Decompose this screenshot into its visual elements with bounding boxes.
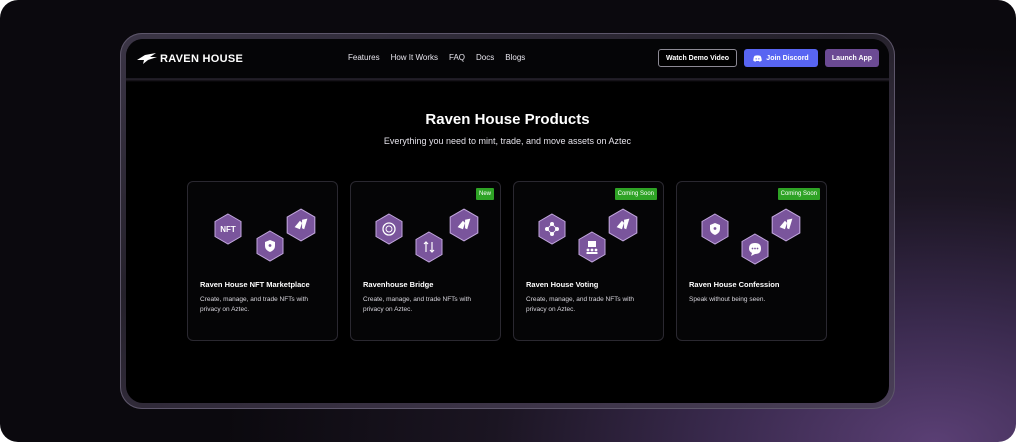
product-card-bridge[interactable]: New Ravenhouse Bridge Create, manage, an… xyxy=(350,181,501,341)
nav-links: Features How It Works FAQ Docs Blogs xyxy=(348,53,525,62)
product-title: Ravenhouse Bridge xyxy=(363,280,434,289)
app-screen: RAVEN HOUSE Features How It Works FAQ Do… xyxy=(126,39,889,403)
status-badge: New xyxy=(475,188,494,200)
top-navbar: RAVEN HOUSE Features How It Works FAQ Do… xyxy=(126,39,889,79)
watch-demo-button[interactable]: Watch Demo Video xyxy=(658,49,737,67)
raven-icon xyxy=(608,208,638,242)
discord-icon xyxy=(753,54,762,62)
product-description: Create, manage, and trade NFTs with priv… xyxy=(200,296,309,313)
network-icon xyxy=(538,213,566,245)
nav-divider xyxy=(126,79,889,82)
raven-icon xyxy=(286,208,316,242)
launch-app-label: Launch App xyxy=(831,54,873,62)
product-title: Raven House Confession xyxy=(689,280,780,289)
brand-name: RAVEN HOUSE xyxy=(160,53,244,65)
watch-demo-label: Watch Demo Video xyxy=(665,54,729,62)
nav-link-faq[interactable]: FAQ xyxy=(449,53,465,62)
nav-link-docs[interactable]: Docs xyxy=(476,53,494,62)
nav-link-features[interactable]: Features xyxy=(348,53,380,62)
background-canvas: RAVEN HOUSE Features How It Works FAQ Do… xyxy=(0,0,1016,442)
ballot-icon xyxy=(578,231,606,263)
join-discord-label: Join Discord xyxy=(766,54,809,62)
shield-icon xyxy=(256,230,284,262)
join-discord-button[interactable]: Join Discord xyxy=(744,49,818,67)
chat-bubble-icon xyxy=(741,233,769,265)
product-description: Create, manage, and trade NFTs with priv… xyxy=(363,296,472,313)
nft-icon: NFT xyxy=(214,213,242,245)
product-description: Create, manage, and trade NFTs with priv… xyxy=(526,296,635,313)
product-title: Raven House NFT Marketplace xyxy=(200,280,310,289)
raven-logo-icon xyxy=(137,53,157,64)
product-card-nft-marketplace[interactable]: NFT Raven House NFT Marketplace Create, … xyxy=(187,181,338,341)
product-title: Raven House Voting xyxy=(526,280,599,289)
page-subtitle: Everything you need to mint, trade, and … xyxy=(383,136,632,146)
product-description: Speak without being seen. xyxy=(689,296,766,303)
product-card-confession[interactable]: Coming Soon Raven House Confession Speak… xyxy=(676,181,827,341)
nav-link-how-it-works[interactable]: How It Works xyxy=(391,53,438,62)
page-title: Raven House Products xyxy=(425,111,590,128)
status-badge: Coming Soon xyxy=(614,188,657,200)
raven-icon xyxy=(449,208,479,242)
transfer-arrows-icon xyxy=(415,231,443,263)
device-frame: RAVEN HOUSE Features How It Works FAQ Do… xyxy=(120,33,895,409)
svg-text:NFT: NFT xyxy=(220,225,236,234)
shield-icon xyxy=(701,213,729,245)
raven-icon xyxy=(771,208,801,242)
launch-app-button[interactable]: Launch App xyxy=(825,49,879,67)
status-badge: Coming Soon xyxy=(777,188,820,200)
product-card-voting[interactable]: Coming Soon Raven House Voting Create, m… xyxy=(513,181,664,341)
coin-stack-icon xyxy=(375,213,403,245)
brand-logo[interactable]: RAVEN HOUSE xyxy=(136,49,243,69)
nav-link-blogs[interactable]: Blogs xyxy=(505,53,525,62)
